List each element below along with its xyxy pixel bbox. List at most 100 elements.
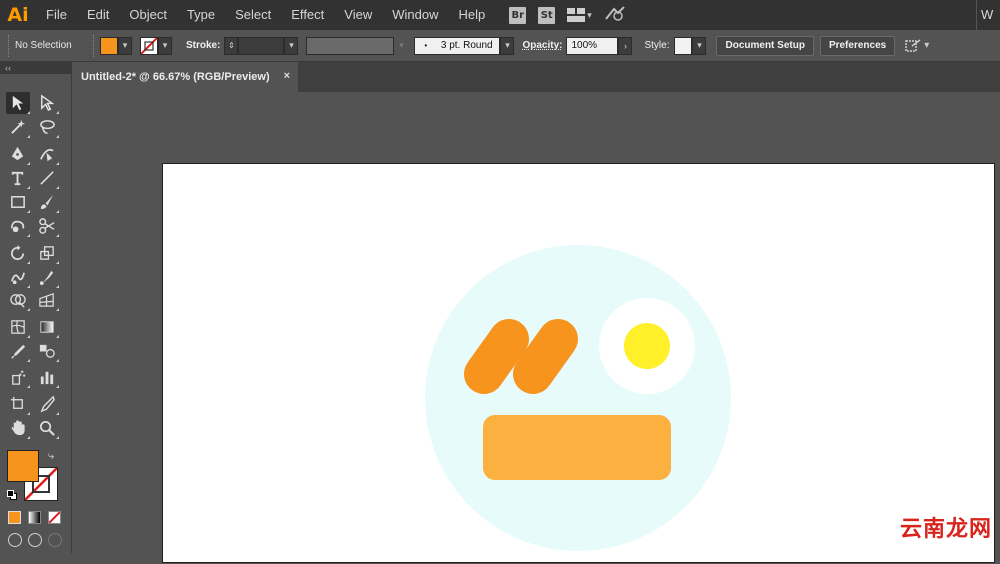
- tool-flyout-indicator: [56, 111, 59, 114]
- brush-definition[interactable]: • 3 pt. Round: [414, 36, 501, 55]
- mouth-bar[interactable]: [483, 415, 671, 480]
- document-setup-button[interactable]: Document Setup: [716, 35, 814, 56]
- color-mode-button[interactable]: [8, 511, 21, 524]
- shape-builder-tool[interactable]: [6, 289, 30, 311]
- draw-inside-icon[interactable]: [48, 533, 62, 547]
- eyedropper-icon: [11, 344, 26, 359]
- gradient-icon: [40, 321, 54, 333]
- app-logo: Ai: [7, 4, 29, 26]
- swap-fill-stroke-icon[interactable]: ⤷: [48, 450, 54, 463]
- line-tool[interactable]: [35, 167, 59, 189]
- menu-effect[interactable]: Effect: [281, 0, 334, 30]
- stroke-dropdown[interactable]: ▾: [158, 36, 172, 55]
- bridge-button[interactable]: Br: [509, 6, 527, 24]
- variable-width-profile[interactable]: [306, 36, 395, 55]
- stroke-swatch[interactable]: [140, 36, 158, 55]
- left-eyebrow-bar[interactable]: [464, 319, 529, 394]
- menu-view[interactable]: View: [334, 0, 382, 30]
- menu-file[interactable]: File: [36, 0, 77, 30]
- tool-flyout-indicator: [27, 436, 30, 439]
- tool-flyout-indicator: [56, 385, 59, 388]
- tool-flyout-indicator: [27, 359, 30, 362]
- control-bar: No Selection ▾ ▾ Stroke: ⇕ ▾ ▾ • 3 pt. R…: [0, 30, 1000, 62]
- arrange-documents-icon[interactable]: ▾: [567, 8, 592, 22]
- hand-tool[interactable]: [6, 417, 30, 439]
- paintbrush-tool[interactable]: [35, 191, 59, 213]
- fill-dropdown[interactable]: ▾: [118, 36, 132, 55]
- rectangle-tool[interactable]: [6, 191, 30, 213]
- canvas-area[interactable]: 云南龙网: [72, 92, 1000, 563]
- face-circle[interactable]: [425, 245, 731, 551]
- symbol-sprayer-tool[interactable]: [6, 366, 30, 388]
- blend-tool[interactable]: [35, 340, 59, 362]
- fill-color-box[interactable]: [7, 450, 39, 482]
- type-tool[interactable]: [6, 167, 30, 189]
- draw-normal-icon[interactable]: [8, 533, 22, 547]
- tool-flyout-indicator: [27, 261, 30, 264]
- gradient-tool[interactable]: [35, 316, 59, 338]
- rotate-icon: [11, 244, 25, 260]
- artboard[interactable]: [162, 163, 995, 563]
- scissors-tool[interactable]: [35, 215, 59, 237]
- close-tab-icon[interactable]: ×: [284, 70, 290, 82]
- rectangle-icon: [11, 196, 25, 208]
- draw-behind-icon[interactable]: [28, 533, 42, 547]
- magic-wand-tool[interactable]: [6, 116, 30, 138]
- shaper-tool[interactable]: [6, 215, 30, 237]
- graphic-style-dropdown[interactable]: ▾: [692, 36, 707, 55]
- scale-tool[interactable]: [35, 242, 59, 264]
- workspace-switcher[interactable]: W: [976, 0, 1000, 30]
- opacity-label[interactable]: Opacity:: [522, 40, 562, 51]
- tool-flyout-indicator: [56, 162, 59, 165]
- blend-icon: [39, 344, 55, 358]
- gpu-performance-icon[interactable]: [604, 5, 626, 26]
- menu-select[interactable]: Select: [225, 0, 281, 30]
- selection-tool[interactable]: [6, 92, 30, 114]
- rotate-tool[interactable]: [6, 242, 30, 264]
- pen-tool[interactable]: [6, 143, 30, 165]
- graphic-style-swatch[interactable]: [674, 36, 693, 55]
- brush-definition-dropdown[interactable]: ▾: [500, 36, 515, 55]
- zoom-tool[interactable]: [35, 417, 59, 439]
- tools-panel-collapse[interactable]: ‹‹: [0, 62, 71, 74]
- puppet-warp-tool[interactable]: [35, 266, 59, 288]
- lasso-tool[interactable]: [35, 116, 59, 138]
- none-mode-button[interactable]: [48, 511, 61, 524]
- gradient-mode-button[interactable]: [28, 511, 41, 524]
- eyedropper-tool[interactable]: [6, 340, 30, 362]
- document-tab[interactable]: Untitled-2* @ 66.67% (RGB/Preview) ×: [72, 62, 298, 92]
- stock-button[interactable]: St: [538, 6, 556, 24]
- type-icon: [11, 171, 24, 186]
- menu-object[interactable]: Object: [119, 0, 177, 30]
- curvature-tool[interactable]: [35, 143, 59, 165]
- mesh-tool[interactable]: [6, 316, 30, 338]
- pen-icon: [11, 146, 24, 161]
- artwork: [425, 245, 731, 551]
- perspective-grid-tool[interactable]: [35, 289, 59, 311]
- eye-yolk[interactable]: [624, 323, 670, 369]
- scissors-icon: [39, 218, 55, 234]
- direct-selection-icon: [41, 94, 55, 112]
- right-eyebrow-bar[interactable]: [513, 319, 578, 394]
- opacity-dropdown[interactable]: ›: [618, 36, 633, 55]
- slice-tool[interactable]: [35, 393, 59, 415]
- menu-help[interactable]: Help: [448, 0, 495, 30]
- warp-icon: [11, 272, 25, 285]
- stroke-weight-stepper[interactable]: ⇕: [224, 36, 239, 55]
- opacity-field[interactable]: 100%: [566, 36, 619, 55]
- artboard-tool[interactable]: [6, 393, 30, 415]
- fill-swatch[interactable]: [100, 36, 118, 55]
- menu-edit[interactable]: Edit: [77, 0, 119, 30]
- stroke-weight-field[interactable]: [238, 36, 285, 55]
- stroke-weight-dropdown[interactable]: ▾: [284, 36, 299, 55]
- variable-width-dropdown[interactable]: ▾: [394, 36, 409, 55]
- menu-type[interactable]: Type: [177, 0, 225, 30]
- shaper-icon: [10, 220, 25, 233]
- quick-actions-icon[interactable]: ▾: [903, 38, 929, 54]
- menu-window[interactable]: Window: [382, 0, 448, 30]
- preferences-button[interactable]: Preferences: [819, 35, 896, 56]
- default-fill-stroke-icon[interactable]: [7, 490, 17, 500]
- warp-tool[interactable]: [6, 266, 30, 288]
- column-graph-tool[interactable]: [35, 366, 59, 388]
- direct-selection-tool[interactable]: [35, 92, 59, 114]
